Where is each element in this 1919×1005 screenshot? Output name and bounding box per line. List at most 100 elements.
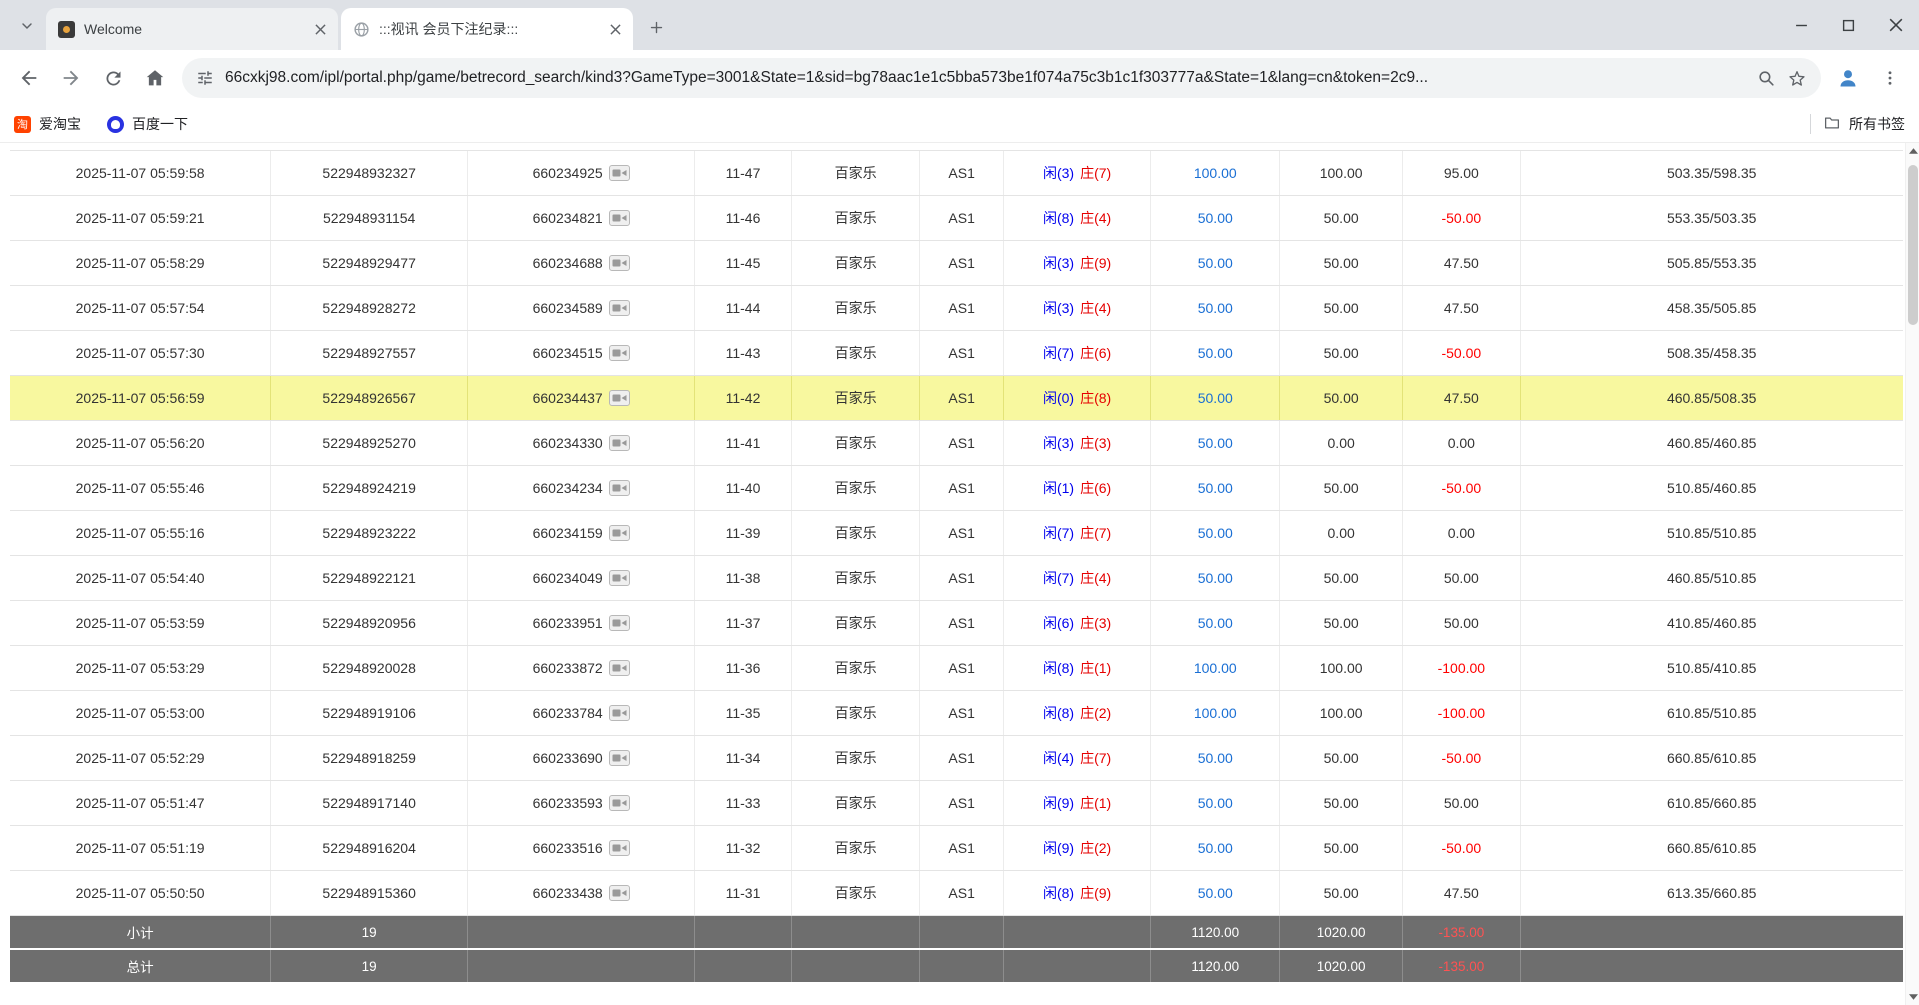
table-row[interactable]: 2025-11-07 05:53:59 522948920956 6602339…	[10, 601, 1903, 646]
scroll-up-icon[interactable]	[1906, 144, 1919, 158]
table-row[interactable]: 2025-11-07 05:51:47 522948917140 6602335…	[10, 781, 1903, 826]
cell-bet-amount: 50.00	[1151, 286, 1280, 330]
bookmark-taobao[interactable]: 淘 爱淘宝	[14, 114, 81, 134]
cell-game-number: 660234589	[468, 286, 695, 330]
cell-order-number: 522948932327	[271, 151, 468, 195]
profile-avatar-icon[interactable]	[1829, 59, 1867, 97]
url-text[interactable]: 66cxkj98.com/ipl/portal.php/game/betreco…	[225, 69, 1746, 87]
banker-score: 庄(3)	[1080, 433, 1111, 453]
all-bookmarks-button[interactable]: 所有书签	[1823, 114, 1905, 135]
cell-order-number: 522948924219	[271, 466, 468, 510]
cell-balance: 410.85/460.85	[1521, 601, 1903, 645]
forward-icon[interactable]	[52, 59, 90, 97]
video-replay-icon[interactable]	[609, 210, 630, 226]
bookmark-baidu[interactable]: 百度一下	[107, 114, 188, 134]
table-row[interactable]: 2025-11-07 05:51:19 522948916204 6602335…	[10, 826, 1903, 871]
cell-game-type: 百家乐	[792, 421, 921, 465]
tab-close-icon[interactable]	[310, 19, 330, 39]
cell-win-loss: 47.50	[1403, 286, 1520, 330]
table-row[interactable]: 2025-11-07 05:59:21 522948931154 6602348…	[10, 196, 1903, 241]
player-score: 闲(7)	[1043, 568, 1074, 588]
video-replay-icon[interactable]	[609, 300, 630, 316]
tab-strip: Welcome :::视讯 会员下注纪录:::	[0, 0, 1919, 50]
table-row[interactable]: 2025-11-07 05:53:29 522948920028 6602338…	[10, 646, 1903, 691]
video-replay-icon[interactable]	[609, 480, 630, 496]
table-row[interactable]: 2025-11-07 05:55:46 522948924219 6602342…	[10, 466, 1903, 511]
cell-table-code: AS1	[920, 871, 1003, 915]
video-replay-icon[interactable]	[609, 390, 630, 406]
tab-close-icon[interactable]	[605, 19, 625, 39]
cell-game-type: 百家乐	[792, 376, 921, 420]
table-row[interactable]: 2025-11-07 05:52:29 522948918259 6602336…	[10, 736, 1903, 781]
cell-order-number: 522948922121	[271, 556, 468, 600]
tab-welcome[interactable]: Welcome	[46, 8, 338, 50]
video-replay-icon[interactable]	[609, 660, 630, 676]
scrollbar-thumb[interactable]	[1908, 165, 1918, 325]
cell-bet-amount: 50.00	[1151, 466, 1280, 510]
video-replay-icon[interactable]	[609, 435, 630, 451]
baidu-icon	[107, 116, 124, 133]
bookmarks-separator	[1810, 114, 1811, 134]
minimize-button[interactable]	[1778, 0, 1825, 50]
video-replay-icon[interactable]	[609, 255, 630, 271]
tab-betrecord[interactable]: :::视讯 会员下注纪录:::	[341, 8, 633, 50]
game-number: 660234925	[533, 165, 603, 181]
maximize-button[interactable]	[1825, 0, 1872, 50]
video-replay-icon[interactable]	[609, 570, 630, 586]
table-row[interactable]: 2025-11-07 05:57:30 522948927557 6602345…	[10, 331, 1903, 376]
player-score: 闲(3)	[1043, 298, 1074, 318]
table-row[interactable]: 2025-11-07 05:55:16 522948923222 6602341…	[10, 511, 1903, 556]
video-replay-icon[interactable]	[609, 795, 630, 811]
menu-dots-icon[interactable]	[1871, 59, 1909, 97]
cell-table-code: AS1	[920, 376, 1003, 420]
cell-table-code: AS1	[920, 646, 1003, 690]
game-number: 660233593	[533, 795, 603, 811]
totals-empty	[920, 950, 1003, 982]
game-number: 660234437	[533, 390, 603, 406]
url-bar[interactable]: 66cxkj98.com/ipl/portal.php/game/betreco…	[182, 58, 1821, 98]
table-row[interactable]: 2025-11-07 05:56:59 522948926567 6602344…	[10, 376, 1903, 421]
video-replay-icon[interactable]	[609, 345, 630, 361]
video-replay-icon[interactable]	[609, 525, 630, 541]
cell-bet-amount: 50.00	[1151, 331, 1280, 375]
back-icon[interactable]	[10, 59, 48, 97]
close-button[interactable]	[1872, 0, 1919, 50]
table-row[interactable]: 2025-11-07 05:59:58 522948932327 6602349…	[10, 151, 1903, 196]
video-replay-icon[interactable]	[609, 165, 630, 181]
table-row[interactable]: 2025-11-07 05:58:29 522948929477 6602346…	[10, 241, 1903, 286]
zoom-icon[interactable]	[1757, 69, 1776, 88]
home-icon[interactable]	[136, 59, 174, 97]
vertical-scrollbar[interactable]	[1905, 143, 1919, 1005]
cell-bet-result: 闲(1) 庄(6)	[1004, 466, 1152, 510]
cell-game-number: 660233593	[468, 781, 695, 825]
cell-table-code: AS1	[920, 691, 1003, 735]
video-replay-icon[interactable]	[609, 750, 630, 766]
cell-order-number: 522948929477	[271, 241, 468, 285]
cell-order-number: 522948915360	[271, 871, 468, 915]
player-score: 闲(8)	[1043, 883, 1074, 903]
table-row[interactable]: 2025-11-07 05:53:00 522948919106 6602337…	[10, 691, 1903, 736]
browser-toolbar: 66cxkj98.com/ipl/portal.php/game/betreco…	[0, 50, 1919, 106]
cell-table-code: AS1	[920, 511, 1003, 555]
cell-balance: 460.85/508.35	[1521, 376, 1903, 420]
cell-win-loss: -50.00	[1403, 736, 1520, 780]
cell-win-loss: -50.00	[1403, 826, 1520, 870]
new-tab-button[interactable]	[641, 12, 671, 42]
table-row[interactable]: 2025-11-07 05:57:54 522948928272 6602345…	[10, 286, 1903, 331]
tab-search-chevron-icon[interactable]	[12, 11, 42, 41]
table-row[interactable]: 2025-11-07 05:56:20 522948925270 6602343…	[10, 421, 1903, 466]
video-replay-icon[interactable]	[609, 840, 630, 856]
site-info-icon[interactable]	[196, 69, 214, 87]
reload-icon[interactable]	[94, 59, 132, 97]
video-replay-icon[interactable]	[609, 705, 630, 721]
table-row[interactable]: 2025-11-07 05:50:50 522948915360 6602334…	[10, 871, 1903, 916]
scroll-down-icon[interactable]	[1906, 990, 1919, 1004]
bookmark-star-icon[interactable]	[1787, 68, 1807, 88]
cell-game-type: 百家乐	[792, 196, 921, 240]
table-row[interactable]: 2025-11-07 05:54:40 522948922121 6602340…	[10, 556, 1903, 601]
game-number: 660234234	[533, 480, 603, 496]
video-replay-icon[interactable]	[609, 615, 630, 631]
banker-score: 庄(7)	[1080, 163, 1111, 183]
cell-game-type: 百家乐	[792, 556, 921, 600]
video-replay-icon[interactable]	[609, 885, 630, 901]
